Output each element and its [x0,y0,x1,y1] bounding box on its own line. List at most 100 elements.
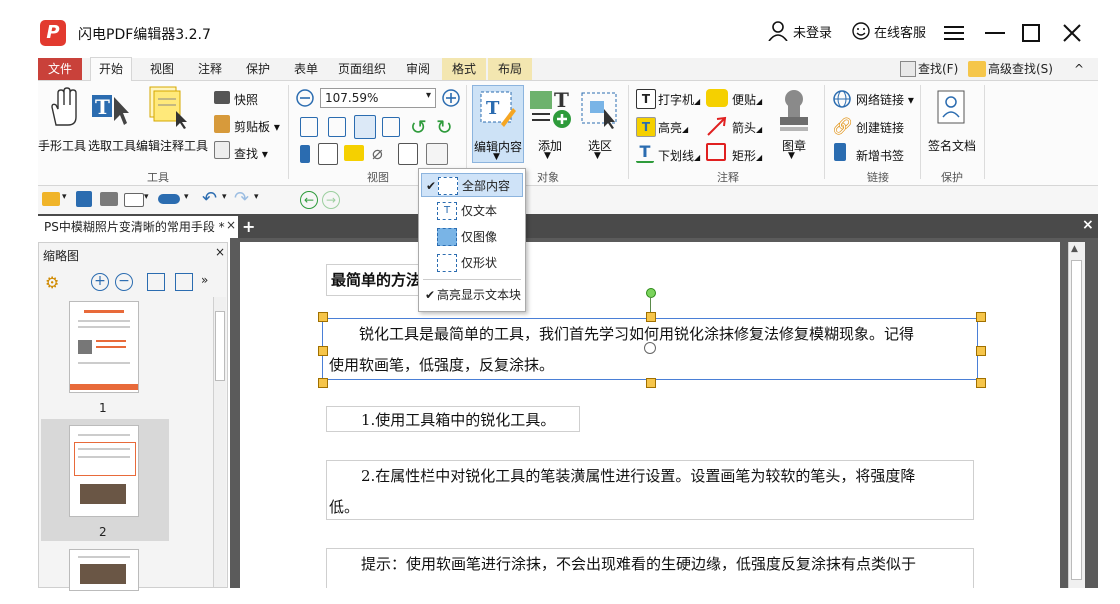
find-tool-icon[interactable] [214,141,230,159]
open-folder-icon[interactable] [42,192,60,206]
rotate-right-thumb-icon[interactable] [175,273,193,291]
redo-icon[interactable]: ↷ [234,188,249,209]
advanced-find-button[interactable]: 高级查找(S) [988,58,1058,80]
new-bookmark-icon[interactable] [834,143,846,161]
minimize-button[interactable] [985,32,1005,34]
bookmark-icon[interactable] [300,145,310,163]
scroll-up-icon[interactable]: ▲ [1071,244,1078,254]
thumbnail-page-3[interactable] [69,549,139,591]
rotate-left-thumb-icon[interactable] [147,273,165,291]
chevron-down-icon[interactable]: ▾ [62,192,67,202]
settings-icon[interactable]: ⚙ [45,273,59,292]
tab-view[interactable]: 视图 [142,58,182,80]
pages-icon[interactable] [318,143,338,165]
underline-icon[interactable]: T [636,143,654,163]
tab-page-organize[interactable]: 页面组织 [332,58,392,80]
find-icon[interactable] [900,61,916,77]
undo-icon[interactable]: ↶ [202,188,217,209]
tab-home[interactable]: 开始 [90,57,132,82]
fit-page-icon[interactable] [328,117,346,137]
arrow-icon[interactable] [706,115,728,137]
resize-handle[interactable] [976,312,986,322]
highlight-icon[interactable]: T [636,117,656,137]
login-link[interactable]: 未登录 [793,22,832,41]
more-icon[interactable]: » [201,273,208,287]
new-tab-icon[interactable]: + [242,217,255,236]
menu-item-image-only[interactable]: 仅图像 [421,225,523,249]
snapshot-icon[interactable] [214,91,230,104]
clipboard-button[interactable]: 剪贴板 ▾ [234,118,280,135]
add-object-icon[interactable]: T [528,87,574,129]
snapshot-button[interactable]: 快照 [234,91,258,108]
print-icon[interactable] [100,192,118,206]
cloud-icon[interactable] [158,194,180,204]
email-icon[interactable] [124,193,144,207]
hand-tool-button[interactable]: 手形工具 [38,137,86,154]
create-link-icon[interactable]: 🔗︎ [832,117,854,137]
edit-annotation-button[interactable]: 编辑注释工具 [136,137,208,154]
menu-item-shape-only[interactable]: 仅形状 [421,251,523,275]
create-link-button[interactable]: 创建链接 [856,119,904,136]
close-tab-icon[interactable]: × [226,218,236,232]
maximize-button[interactable] [1022,24,1040,42]
typewriter-icon[interactable]: T [636,89,656,109]
comment-icon[interactable] [344,145,364,161]
attachment-icon[interactable]: ⌀ [372,143,383,164]
select-area-icon[interactable] [578,87,622,129]
edit-annotation-icon[interactable] [146,85,190,129]
zoom-in-icon[interactable] [442,89,460,107]
zoom-select[interactable]: 107.59% ▾ [320,88,436,108]
sticky-note-icon[interactable] [706,89,728,107]
new-bookmark-button[interactable]: 新增书签 [856,147,904,164]
find-button[interactable]: 查找(F) [918,58,966,80]
clipboard-icon[interactable] [214,115,230,133]
chevron-down-icon[interactable]: ▼ [544,151,551,161]
select-tool-button[interactable]: 选取工具 [88,137,136,154]
document-page[interactable]: 最简单的方法 锐化工具是最简单的工具，我们首先学习如何用锐化涂抹修复法修复模糊现… [240,242,1060,588]
support-link[interactable]: 在线客服 [874,22,926,41]
hand-tool-icon[interactable] [46,87,82,127]
menu-item-all-content[interactable]: ✔ 全部内容 [421,173,523,197]
tip-textbox[interactable]: 提示：使用软画笔进行涂抹，不会出现难看的生硬边缘，低强度反复涂抹有点类似于 [326,548,974,588]
zoom-in-thumb-icon[interactable]: + [91,273,109,291]
tab-protect[interactable]: 保护 [236,58,280,80]
web-link-button[interactable]: 网络链接 ▾ [856,91,914,108]
resize-handle[interactable] [318,312,328,322]
document-scrollbar[interactable]: ▲ [1068,242,1085,588]
rectangle-button[interactable]: 矩形◢ [732,147,762,164]
chevron-down-icon[interactable]: ▼ [594,151,601,161]
select-tool-icon[interactable]: T [90,89,130,127]
highlight-button[interactable]: 高亮◢ [658,119,688,136]
resize-handle[interactable] [976,378,986,388]
rotate-left-icon[interactable]: ↺ [410,117,430,137]
fit-visible-icon[interactable] [382,117,400,137]
chevron-down-icon[interactable]: ▼ [788,151,795,161]
thumbnail-page-2[interactable] [69,425,139,517]
fit-width-icon[interactable] [354,115,376,139]
step2-textbox[interactable]: 2.在属性栏中对锐化工具的笔装潢属性进行设置。设置画笔为较软的笔头，将强度降 低… [326,460,974,520]
resize-handle[interactable] [318,378,328,388]
advanced-find-icon[interactable] [968,61,986,77]
resize-handle[interactable] [976,346,986,356]
chevron-down-icon[interactable]: ▾ [222,192,227,202]
chevron-down-icon[interactable]: ▾ [144,192,149,202]
zoom-out-icon[interactable] [296,89,314,107]
resize-handle[interactable] [646,378,656,388]
edit-content-button[interactable]: T 编辑内容 ▼ [472,85,524,163]
support-icon[interactable] [852,22,870,40]
rotate-handle[interactable] [646,288,656,298]
underline-button[interactable]: 下划线◢ [658,147,700,164]
web-link-icon[interactable] [832,89,852,109]
tab-annotate[interactable]: 注释 [188,58,232,80]
chevron-down-icon[interactable]: ▾ [184,192,189,202]
user-icon[interactable] [768,21,788,42]
stamp-icon[interactable] [778,87,810,133]
resize-handle[interactable] [646,312,656,322]
tab-forms[interactable]: 表单 [286,58,326,80]
sign-document-button[interactable]: 签名文档 [928,137,976,154]
rotate-right-icon[interactable]: ↻ [436,117,456,137]
typewriter-button[interactable]: 打字机◢ [658,91,700,108]
menu-item-text-only[interactable]: T 仅文本 [421,199,523,223]
sticky-note-button[interactable]: 便贴◢ [732,91,762,108]
scroll-thumb[interactable] [1071,260,1082,580]
